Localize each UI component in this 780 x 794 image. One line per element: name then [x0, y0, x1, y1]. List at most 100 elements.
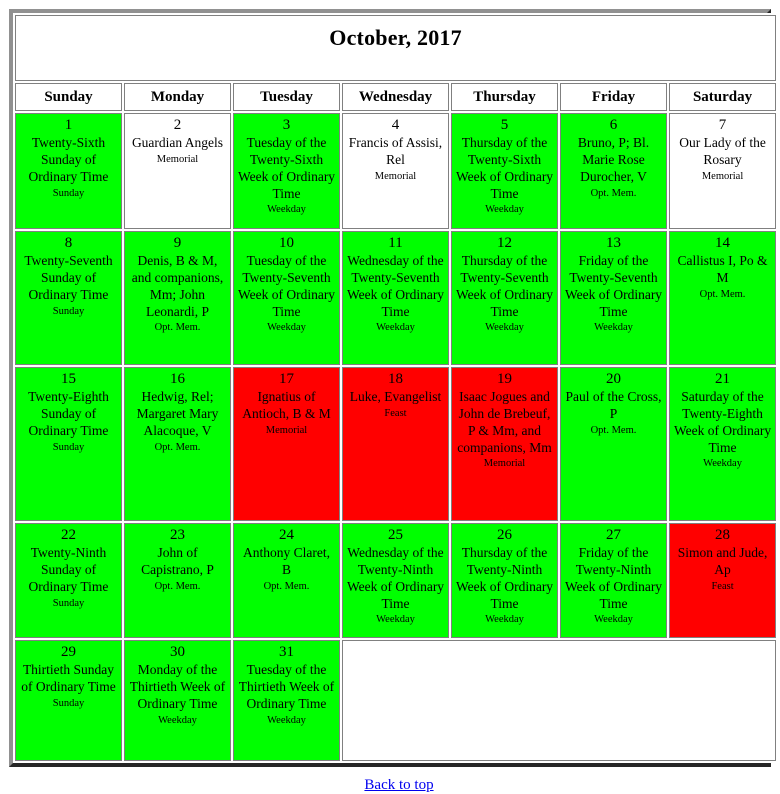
calendar-day-cell[interactable]: 14 Callistus I, Po & M Opt. Mem. — [669, 231, 777, 365]
day-number: 22 — [61, 527, 76, 543]
day-number: 18 — [388, 371, 403, 387]
day-number: 10 — [279, 235, 294, 251]
calendar-day-cell[interactable]: 5 Thursday of the Twenty-Sixth Week of Or… — [451, 113, 558, 229]
day-rank: Weekday — [594, 322, 633, 334]
day-title: Friday of the Twenty-Ninth Week of Ordin… — [564, 545, 663, 611]
calendar-week-row: 8 Twenty-Seventh Sunday of Ordinary Time S… — [15, 231, 777, 365]
weekday-header-tuesday: Tuesday — [233, 83, 340, 111]
calendar-empty-cell — [342, 640, 777, 761]
calendar-day-cell[interactable]: 31 Tuesday of the Thirtieth Week of Ordin… — [233, 640, 340, 761]
day-rank: Opt. Mem. — [154, 322, 201, 334]
weekday-header-friday: Friday — [560, 83, 667, 111]
page-root: October, 2017 Sunday Monday Tuesday Wednesd… — [0, 0, 780, 793]
day-number: 2 — [173, 117, 182, 133]
title-row: October, 2017 — [15, 15, 777, 81]
calendar-week-row: 29 Thirtieth Sunday of Ordinary Time Sunda… — [15, 640, 777, 761]
calendar-day-cell[interactable]: 11 Wednesday of the Twenty-Seventh Week o… — [342, 231, 449, 365]
day-rank: Weekday — [376, 322, 415, 334]
day-rank: Memorial — [265, 424, 308, 436]
day-rank: Weekday — [485, 322, 524, 334]
calendar-day-cell[interactable]: 25 Wednesday of the Twenty-Ninth Week of … — [342, 523, 449, 638]
calendar-day-cell[interactable]: 18 Luke, Evangelist Feast — [342, 367, 449, 521]
day-title: Thirtieth Sunday of Ordinary Time — [21, 662, 116, 695]
day-rank: Sunday — [52, 441, 85, 453]
calendar-day-cell[interactable]: 24 Anthony Claret, B Opt. Mem. — [233, 523, 340, 638]
footer: Back to top — [9, 767, 780, 794]
day-title: Anthony Claret, B — [243, 545, 330, 578]
day-title: Tuesday of the Twenty-Sixth Week of Ordi… — [237, 135, 336, 201]
weekday-header-saturday: Saturday — [669, 83, 777, 111]
day-rank: Weekday — [594, 614, 633, 626]
day-title: John of Capistrano, P — [141, 545, 214, 578]
day-rank: Weekday — [376, 614, 415, 626]
day-title: Simon and Jude, Ap — [677, 545, 768, 578]
day-rank: Feast — [711, 580, 734, 592]
day-rank: Opt. Mem. — [263, 580, 310, 592]
day-rank: Opt. Mem. — [154, 580, 201, 592]
calendar-day-cell[interactable]: 9 Denis, B & M, and companions, Mm; John … — [124, 231, 231, 365]
calendar-day-cell[interactable]: 8 Twenty-Seventh Sunday of Ordinary Time S… — [15, 231, 122, 365]
day-number: 29 — [61, 644, 76, 660]
day-number: 20 — [606, 371, 621, 387]
day-rank: Weekday — [703, 458, 742, 470]
day-title: Denis, B & M, and companions, Mm; John L… — [131, 253, 224, 319]
calendar-day-cell[interactable]: 12 Thursday of the Twenty-Seventh Week of… — [451, 231, 558, 365]
calendar-day-cell[interactable]: 15 Twenty-Eighth Sunday of Ordinary Time S… — [15, 367, 122, 521]
day-title: Thursday of the Twenty-Seventh Week of O… — [455, 253, 554, 319]
calendar-day-cell[interactable]: 26 Thursday of the Twenty-Ninth Week of O… — [451, 523, 558, 638]
day-rank: Opt. Mem. — [590, 424, 637, 436]
calendar-day-cell[interactable]: 21 Saturday of the Twenty-Eighth Week of … — [669, 367, 777, 521]
calendar-day-cell[interactable]: 23 John of Capistrano, P Opt. Mem. — [124, 523, 231, 638]
calendar-day-cell[interactable]: 6 Bruno, P; Bl. Marie Rose Durocher, V Opt… — [560, 113, 667, 229]
calendar-day-cell[interactable]: 7 Our Lady of the Rosary Memorial — [669, 113, 777, 229]
calendar-day-cell[interactable]: 22 Twenty-Ninth Sunday of Ordinary Time Su… — [15, 523, 122, 638]
calendar-day-cell[interactable]: 16 Hedwig, Rel; Margaret Mary Alacoque, V… — [124, 367, 231, 521]
calendar-frame: October, 2017 Sunday Monday Tuesday Wednesd… — [9, 9, 779, 767]
calendar-day-cell[interactable]: 29 Thirtieth Sunday of Ordinary Time Sunda… — [15, 640, 122, 761]
calendar-day-cell[interactable]: 27 Friday of the Twenty-Ninth Week of Ord… — [560, 523, 667, 638]
day-number: 24 — [279, 527, 294, 543]
weekday-header-thursday: Thursday — [451, 83, 558, 111]
calendar-day-cell[interactable]: 13 Friday of the Twenty-Seventh Week of O… — [560, 231, 667, 365]
calendar-day-cell[interactable]: 1 Twenty-Sixth Sunday of Ordinary Time Sun… — [15, 113, 122, 229]
day-number: 28 — [715, 527, 731, 543]
day-rank: Opt. Mem. — [154, 441, 201, 453]
day-number: 23 — [170, 527, 185, 543]
calendar-day-cell[interactable]: 28 Simon and Jude, Ap Feast — [669, 523, 777, 638]
day-rank: Weekday — [267, 322, 306, 334]
weekday-header-sunday: Sunday — [15, 83, 122, 111]
day-title: Our Lady of the Rosary — [679, 135, 766, 168]
day-rank: Memorial — [374, 170, 417, 182]
day-title: Paul of the Cross, P — [565, 389, 662, 422]
calendar-day-cell[interactable]: 10 Tuesday of the Twenty-Seventh Week of … — [233, 231, 340, 365]
day-rank: Sunday — [52, 697, 85, 709]
calendar-day-cell[interactable]: 19 Isaac Jogues and John de Brebeuf, P & … — [451, 367, 558, 521]
day-number: 31 — [279, 644, 294, 660]
calendar-day-cell[interactable]: 2 Guardian Angels Memorial — [124, 113, 231, 229]
day-rank: Memorial — [156, 154, 199, 166]
calendar-week-row: 1 Twenty-Sixth Sunday of Ordinary Time Sun… — [15, 113, 777, 229]
day-number: 16 — [170, 371, 185, 387]
calendar-week-row: 15 Twenty-Eighth Sunday of Ordinary Time S… — [15, 367, 777, 521]
day-number: 8 — [64, 235, 73, 251]
day-title: Friday of the Twenty-Seventh Week of Ord… — [564, 253, 663, 319]
calendar-day-cell[interactable]: 3 Tuesday of the Twenty-Sixth Week of Ord… — [233, 113, 340, 229]
calendar-day-cell[interactable]: 30 Monday of the Thirtieth Week of Ordina… — [124, 640, 231, 761]
day-rank: Opt. Mem. — [590, 187, 637, 199]
calendar-day-cell[interactable]: 4 Francis of Assisi, Rel Memorial — [342, 113, 449, 229]
calendar-day-cell[interactable]: 20 Paul of the Cross, P Opt. Mem. — [560, 367, 667, 521]
day-rank: Feast — [384, 408, 407, 420]
day-title: Twenty-Seventh Sunday of Ordinary Time — [24, 253, 113, 302]
calendar-week-row: 22 Twenty-Ninth Sunday of Ordinary Time Su… — [15, 523, 777, 638]
calendar-day-cell[interactable]: 17 Ignatius of Antioch, B & M Memorial — [233, 367, 340, 521]
day-title: Luke, Evangelist — [349, 389, 442, 405]
back-to-top-link[interactable]: Back to top — [364, 777, 433, 793]
day-rank: Weekday — [267, 714, 306, 726]
day-number: 21 — [715, 371, 731, 387]
day-number: 13 — [606, 235, 621, 251]
day-title: Bruno, P; Bl. Marie Rose Durocher, V — [577, 135, 650, 184]
day-number: 6 — [609, 117, 618, 133]
day-number: 9 — [173, 235, 182, 251]
day-number: 17 — [279, 371, 294, 387]
day-rank: Weekday — [267, 204, 306, 216]
